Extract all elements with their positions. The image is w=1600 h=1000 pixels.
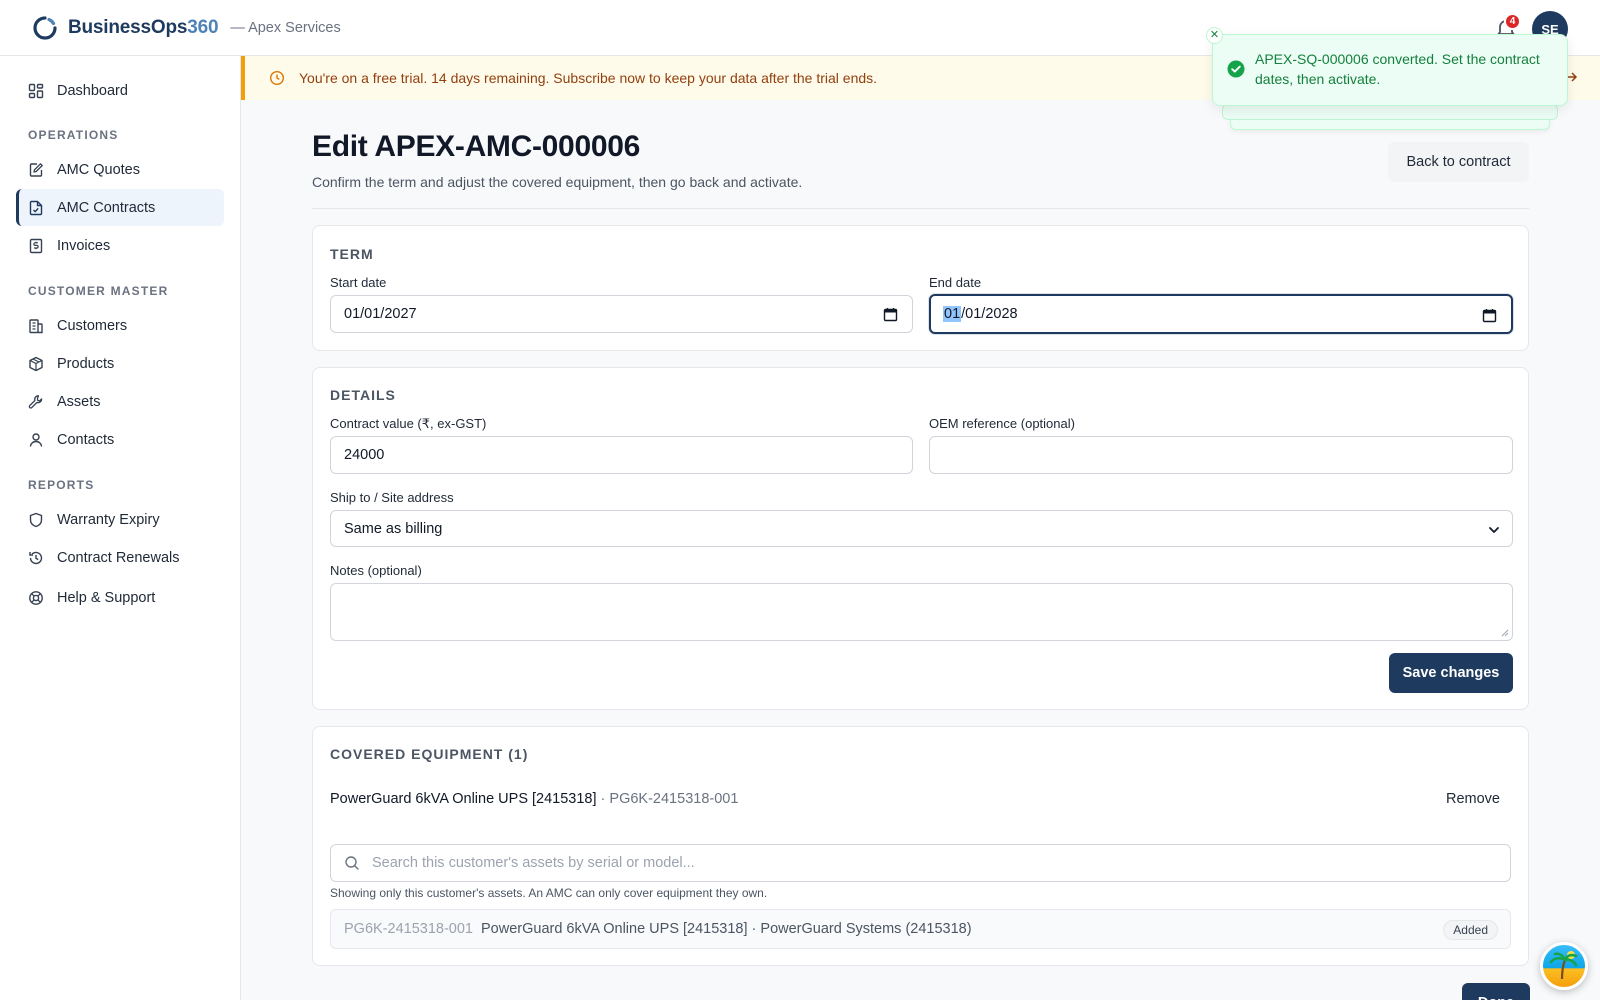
user-icon: [29, 432, 43, 447]
sidebar-item-contacts[interactable]: Contacts: [16, 421, 224, 458]
sidebar-item-label: Dashboard: [57, 82, 128, 99]
history-icon: [29, 551, 43, 564]
done-button[interactable]: Done: [1462, 983, 1530, 1000]
sidebar-item-label: Contacts: [57, 431, 115, 448]
close-icon[interactable]: ✕: [1206, 27, 1223, 44]
toast-stack-shadow: [1222, 104, 1558, 120]
notes-label: Notes (optional): [330, 563, 422, 578]
asset-search-hint: Showing only this customer's assets. An …: [330, 886, 768, 900]
notification-badge: 4: [1504, 13, 1521, 30]
covered-equipment-card: COVERED EQUIPMENT (1) PowerGuard 6kVA On…: [312, 726, 1529, 966]
page-title: Edit APEX-AMC-000006: [312, 130, 640, 163]
trial-banner-text: You're on a free trial. 14 days remainin…: [299, 70, 878, 86]
nav-section-operations: OPERATIONS: [28, 128, 119, 142]
oem-reference-field[interactable]: [929, 436, 1513, 474]
ship-to-select[interactable]: Same as billing: [330, 510, 1513, 547]
save-changes-button[interactable]: Save changes: [1389, 653, 1513, 693]
ship-to-label: Ship to / Site address: [330, 490, 454, 505]
divider: [312, 208, 1529, 209]
calendar-icon[interactable]: [883, 307, 898, 322]
sidebar-item-warranty-expiry[interactable]: Warranty Expiry: [16, 501, 224, 538]
grid-icon: [28, 83, 44, 98]
clock-icon: [269, 70, 285, 86]
details-heading: DETAILS: [330, 387, 396, 403]
resize-handle-icon[interactable]: [1501, 629, 1509, 637]
sidebar-item-label: Customers: [57, 317, 128, 334]
nav-section-customer-master: CUSTOMER MASTER: [28, 284, 169, 298]
notes-textarea[interactable]: [330, 583, 1513, 641]
sidebar-item-label: Products: [57, 355, 115, 372]
ship-to-selected-value: Same as billing: [344, 520, 443, 537]
sidebar: Dashboard OPERATIONS AMC Quotes AMC Cont…: [0, 56, 241, 1000]
remove-equipment-button[interactable]: Remove: [1446, 791, 1500, 807]
sidebar-item-contract-renewals[interactable]: Contract Renewals: [16, 539, 224, 576]
start-date-field[interactable]: 01/01/2027: [330, 295, 913, 333]
contract-value-label: Contract value (₹, ex-GST): [330, 416, 487, 431]
added-badge: Added: [1443, 920, 1498, 940]
sidebar-item-label: AMC Quotes: [57, 161, 140, 178]
sidebar-item-products[interactable]: Products: [16, 345, 224, 382]
shield-icon: [29, 512, 43, 527]
end-date-field[interactable]: 01/01/2028: [929, 294, 1513, 334]
asset-search-placeholder: Search this customer's assets by serial …: [372, 855, 695, 871]
success-toast: APEX-SQ-000006 converted. Set the contra…: [1212, 34, 1568, 106]
end-date-value: /01/2028: [961, 306, 1018, 322]
term-heading: TERM: [330, 246, 374, 262]
logo-icon: [33, 15, 57, 40]
asset-result-row[interactable]: PG6K-2415318-001 PowerGuard 6kVA Online …: [330, 909, 1511, 949]
asset-result-description: PowerGuard 6kVA Online UPS [2415318] · P…: [481, 921, 972, 937]
sidebar-item-customers[interactable]: Customers: [16, 307, 224, 344]
sidebar-item-label: Assets: [57, 393, 101, 410]
end-date-selected-segment: 01: [943, 306, 962, 322]
nav-section-reports: REPORTS: [28, 478, 95, 492]
sidebar-item-label: Invoices: [57, 237, 111, 254]
contract-value: 24000: [344, 447, 385, 463]
box-icon: [29, 356, 43, 371]
lifebuoy-icon: [29, 590, 43, 605]
edit-doc-icon: [29, 162, 43, 177]
start-date-label: Start date: [330, 275, 387, 290]
toast-message: APEX-SQ-000006 converted. Set the contra…: [1255, 51, 1540, 87]
sidebar-item-label: Help & Support: [57, 589, 156, 606]
brand-name: BusinessOps360: [68, 16, 219, 38]
palm-tree-icon: [1549, 951, 1578, 980]
details-card: DETAILS Contract value (₹, ex-GST) 24000…: [312, 367, 1529, 710]
logo[interactable]: BusinessOps360 — Apex Services: [32, 15, 341, 41]
covered-equipment-heading: COVERED EQUIPMENT (1): [330, 746, 529, 762]
receipt-icon: [29, 238, 43, 253]
equipment-item: PowerGuard 6kVA Online UPS [2415318] · P…: [330, 791, 738, 807]
page-subtitle: Confirm the term and adjust the covered …: [312, 174, 803, 190]
sidebar-item-label: Warranty Expiry: [57, 511, 160, 528]
calendar-icon[interactable]: [1482, 308, 1497, 323]
contract-value-field[interactable]: 24000: [330, 436, 913, 474]
building-icon: [29, 318, 43, 333]
organization-name: — Apex Services: [230, 19, 341, 36]
asset-search-input[interactable]: Search this customer's assets by serial …: [330, 844, 1511, 882]
file-check-icon: [29, 200, 43, 215]
term-card: TERM Start date 01/01/2027 End date 01/0…: [312, 225, 1529, 351]
sidebar-item-label: AMC Contracts: [57, 199, 156, 216]
help-chat-widget[interactable]: [1540, 942, 1588, 990]
check-circle-icon: [1227, 60, 1245, 78]
sidebar-item-label: Contract Renewals: [57, 549, 180, 566]
sidebar-item-amc-contracts[interactable]: AMC Contracts: [16, 189, 224, 226]
sidebar-item-invoices[interactable]: Invoices: [16, 227, 224, 264]
start-date-value: 01/01/2027: [344, 306, 417, 322]
search-icon: [345, 856, 359, 870]
oem-reference-label: OEM reference (optional): [929, 416, 1075, 431]
sidebar-item-amc-quotes[interactable]: AMC Quotes: [16, 151, 224, 188]
end-date-label: End date: [929, 275, 982, 290]
asset-result-serial: PG6K-2415318-001: [344, 921, 473, 937]
chevron-down-icon: [1489, 527, 1499, 533]
wrench-icon: [28, 394, 43, 409]
equipment-item-name: PowerGuard 6kVA Online UPS [2415318]: [330, 791, 597, 807]
sidebar-item-assets[interactable]: Assets: [16, 383, 224, 420]
equipment-item-serial: · PG6K-2415318-001: [596, 791, 739, 807]
sidebar-item-dashboard[interactable]: Dashboard: [16, 72, 224, 109]
back-to-contract-button[interactable]: Back to contract: [1388, 142, 1529, 182]
sidebar-item-help-support[interactable]: Help & Support: [16, 579, 224, 616]
